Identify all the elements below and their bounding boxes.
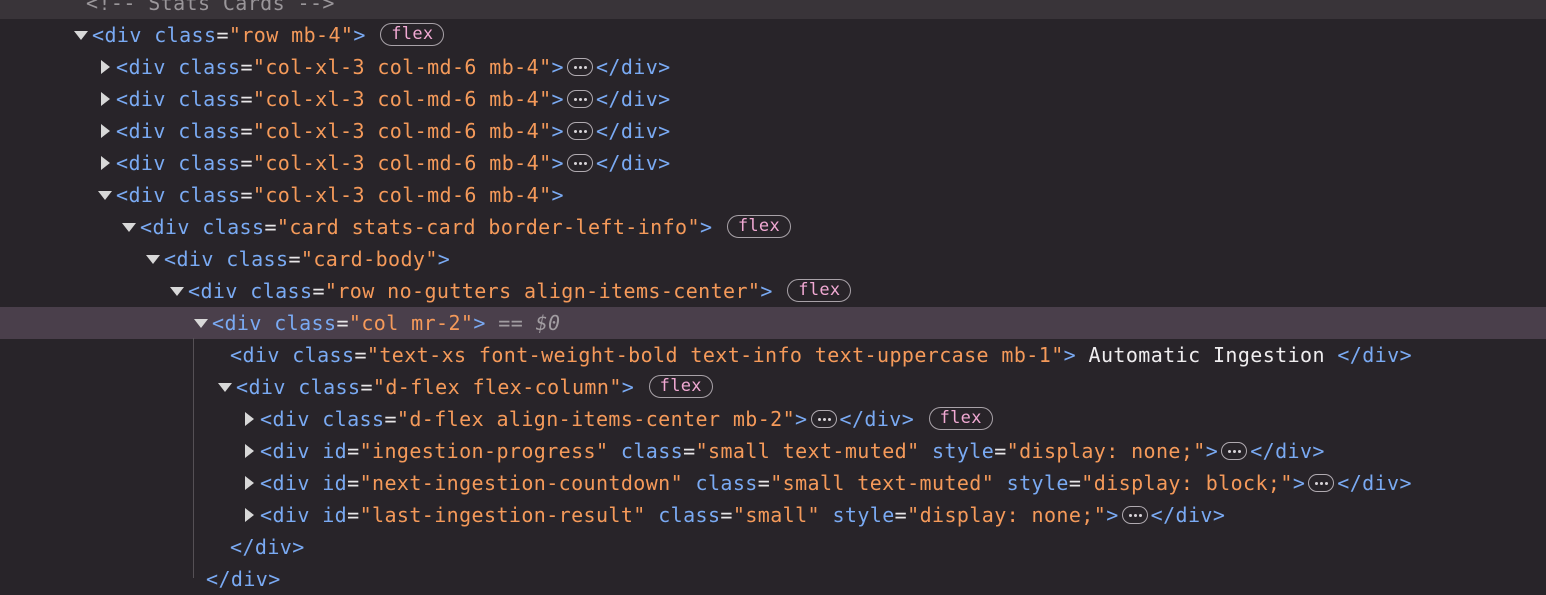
expand-toggle-icon[interactable]: [97, 179, 113, 211]
expand-toggle-icon[interactable]: [241, 499, 257, 531]
collapsed-ellipsis-icon[interactable]: [1221, 441, 1248, 460]
expand-toggle-icon[interactable]: [241, 435, 257, 467]
flex-badge[interactable]: flex: [928, 407, 993, 430]
flex-badge[interactable]: flex: [787, 279, 852, 302]
elements-tree: <!-- Stats Cards --> <div class="row mb-…: [0, 0, 1546, 595]
tree-row[interactable]: <div class="col-xl-3 col-md-6 mb-4"> </di…: [0, 115, 1546, 147]
collapsed-ellipsis-icon[interactable]: [566, 89, 593, 108]
collapsed-ellipsis-icon[interactable]: [810, 409, 837, 428]
tree-row[interactable]: <div class="row mb-4"> flex: [0, 19, 1546, 51]
tree-row[interactable]: <div id="next-ingestion-countdown" class…: [0, 467, 1546, 499]
expand-toggle-icon[interactable]: [193, 307, 209, 339]
text-node: Automatic Ingestion: [1076, 343, 1338, 367]
tree-row-closing[interactable]: </div>: [0, 531, 1546, 563]
tree-row[interactable]: <div class="card-body">: [0, 243, 1546, 275]
expand-toggle-icon[interactable]: [145, 243, 161, 275]
tree-row[interactable]: <div class="d-flex flex-column"> flex: [0, 371, 1546, 403]
comment-text: <!-- Stats Cards -->: [86, 0, 335, 15]
tree-row-selected[interactable]: <div class="col mr-2"> == $0: [0, 307, 1546, 339]
tree-row[interactable]: <div class="text-xs font-weight-bold tex…: [0, 339, 1546, 371]
console-ref: $0: [535, 311, 561, 335]
collapsed-ellipsis-icon[interactable]: [1308, 473, 1335, 492]
collapsed-ellipsis-icon[interactable]: [1121, 505, 1148, 524]
tree-row[interactable]: <div class="d-flex align-items-center mb…: [0, 403, 1546, 435]
expand-toggle-icon[interactable]: [97, 83, 113, 115]
indent-guide-line: [193, 338, 194, 578]
tree-row[interactable]: <div class="col-xl-3 col-md-6 mb-4"> </di…: [0, 83, 1546, 115]
flex-badge[interactable]: flex: [380, 23, 445, 46]
expand-toggle-icon[interactable]: [97, 51, 113, 83]
tree-row[interactable]: <div class="col-xl-3 col-md-6 mb-4"> </di…: [0, 51, 1546, 83]
flex-badge[interactable]: flex: [648, 375, 713, 398]
collapsed-ellipsis-icon[interactable]: [566, 57, 593, 76]
tree-row[interactable]: <div class="col-xl-3 col-md-6 mb-4">: [0, 179, 1546, 211]
expand-toggle-icon[interactable]: [241, 403, 257, 435]
tree-row[interactable]: <div class="card stats-card border-left-…: [0, 211, 1546, 243]
selected-marker: ==: [498, 311, 536, 335]
expand-toggle-icon[interactable]: [241, 467, 257, 499]
expand-toggle-icon[interactable]: [73, 19, 89, 51]
collapsed-ellipsis-icon[interactable]: [566, 121, 593, 140]
tree-row[interactable]: <div id="ingestion-progress" class="smal…: [0, 435, 1546, 467]
tree-row[interactable]: <div class="row no-gutters align-items-c…: [0, 275, 1546, 307]
tree-row[interactable]: <div class="col-xl-3 col-md-6 mb-4"> </di…: [0, 147, 1546, 179]
tree-row-comment[interactable]: <!-- Stats Cards -->: [0, 0, 1546, 19]
expand-toggle-icon[interactable]: [169, 275, 185, 307]
expand-toggle-icon[interactable]: [217, 371, 233, 403]
expand-toggle-icon[interactable]: [97, 115, 113, 147]
collapsed-ellipsis-icon[interactable]: [566, 153, 593, 172]
flex-badge[interactable]: flex: [726, 215, 791, 238]
expand-toggle-icon[interactable]: [121, 211, 137, 243]
expand-toggle-icon[interactable]: [97, 147, 113, 179]
tree-row[interactable]: <div id="last-ingestion-result" class="s…: [0, 499, 1546, 531]
